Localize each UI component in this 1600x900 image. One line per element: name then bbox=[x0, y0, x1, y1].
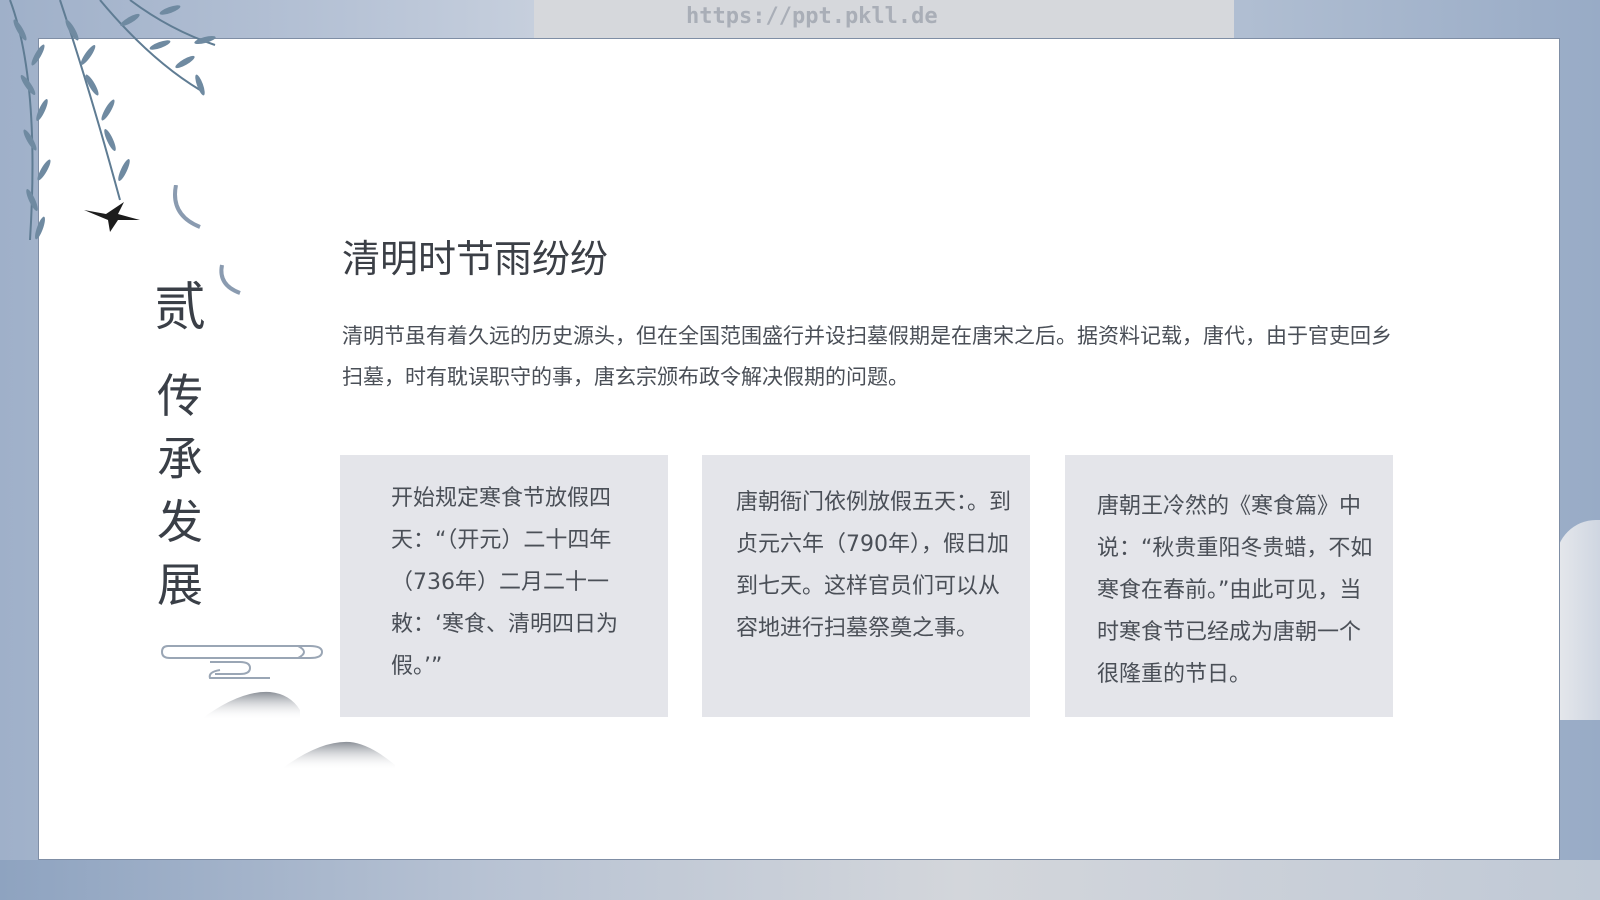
slide-title: 清明时节雨纷纷 bbox=[342, 237, 609, 281]
watermark-url: https://ppt.pkll.de bbox=[686, 4, 938, 29]
info-card-text: 唐朝衙门依例放假五天：。到贞元六年（790年），假日加到七天。这样官员们可以从容… bbox=[736, 490, 1012, 641]
bottom-band bbox=[0, 860, 1600, 900]
section-title-char: 传 bbox=[157, 369, 203, 423]
section-title-char: 承 bbox=[157, 432, 203, 486]
section-title-char: 发 bbox=[157, 495, 203, 549]
info-card-text: 开始规定寒食节放假四天：“（开元）二十四年（736年）二月二十一敕：‘寒食、清明… bbox=[391, 486, 618, 679]
info-card: 开始规定寒食节放假四天：“（开元）二十四年（736年）二月二十一敕：‘寒食、清明… bbox=[340, 455, 668, 717]
intro-paragraph: 清明节虽有着久远的历史源头，但在全国范围盛行并设扫墓假期是在唐宋之后。据资料记载… bbox=[342, 324, 1392, 389]
info-card: 唐朝衙门依例放假五天：。到贞元六年（790年），假日加到七天。这样官员们可以从容… bbox=[702, 455, 1030, 717]
swallow-icon bbox=[84, 202, 140, 232]
info-card: 唐朝王冷然的《寒食篇》中说：“秋贵重阳冬贵蜡，不如寒食在春前。”由此可见，当时寒… bbox=[1065, 455, 1393, 717]
info-card-text: 唐朝王冷然的《寒食篇》中说：“秋贵重阳冬贵蜡，不如寒食在春前。”由此可见，当时寒… bbox=[1097, 494, 1373, 687]
right-edge-decoration bbox=[1556, 520, 1600, 720]
section-title-vertical: 传 承 发 展 bbox=[150, 365, 210, 617]
section-number: 贰 bbox=[153, 278, 206, 338]
section-title-char: 展 bbox=[157, 558, 203, 612]
